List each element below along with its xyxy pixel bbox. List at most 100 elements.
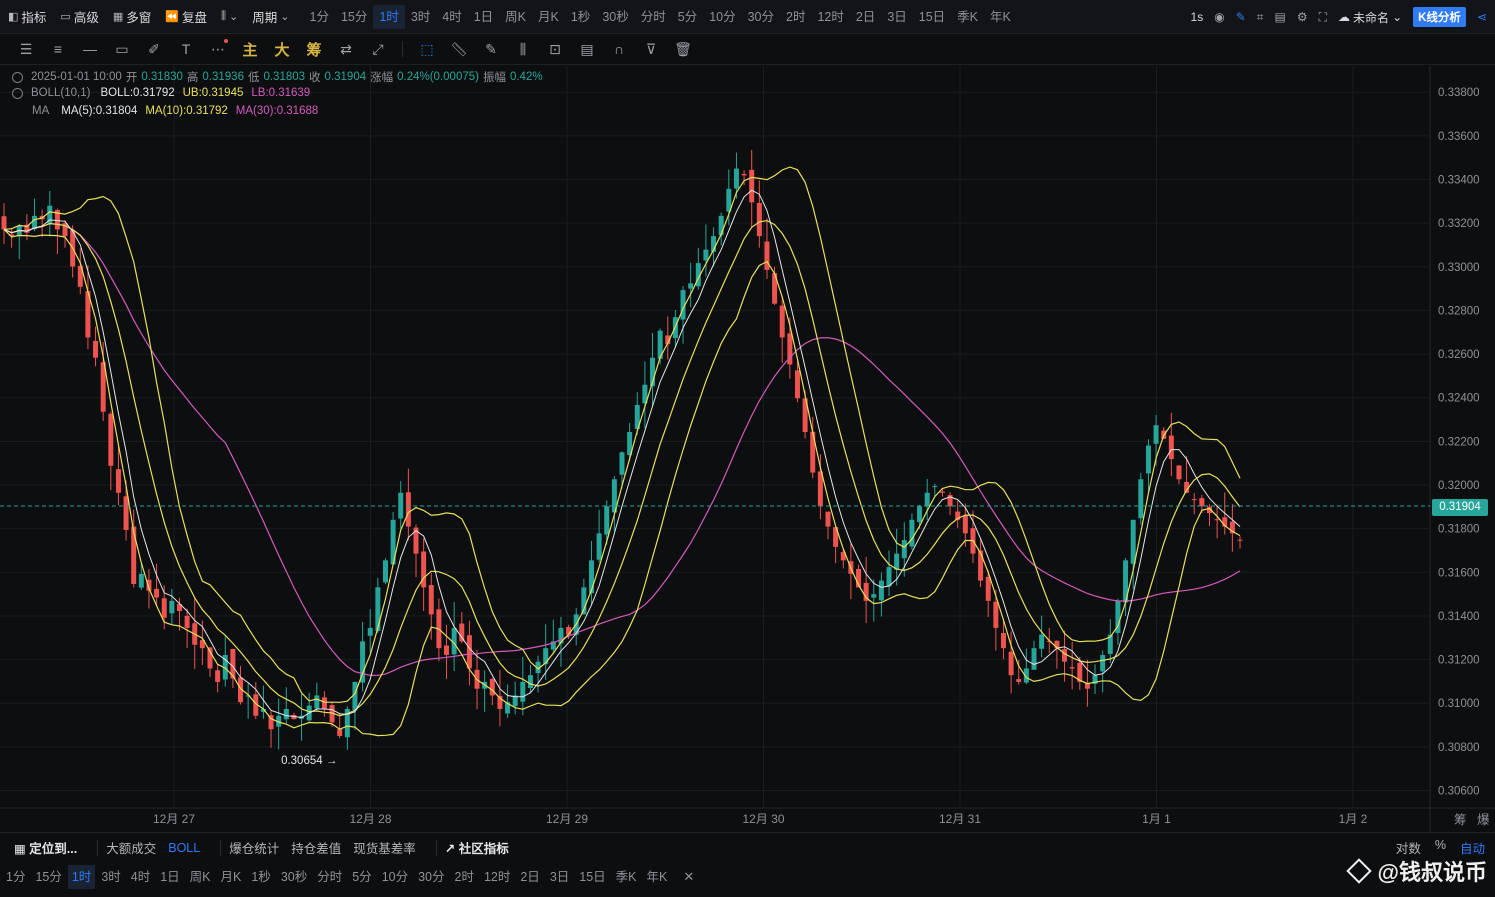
candle-body <box>764 241 770 270</box>
interval-tab-17[interactable]: 3日 <box>881 5 912 29</box>
interval-tab-10[interactable]: 分时 <box>635 5 672 29</box>
big-order-toggle[interactable]: 大 <box>266 39 298 60</box>
bottom-interval-tab-11[interactable]: 5分 <box>348 865 375 889</box>
select-icon[interactable]: ⬚ <box>411 41 443 58</box>
period-dropdown[interactable]: 周期 ⌄ <box>252 7 289 26</box>
bottom-interval-tab-8[interactable]: 1秒 <box>247 865 274 889</box>
locate-button[interactable]: ▦ 定位到... <box>14 838 77 857</box>
bottom-interval-tab-14[interactable]: 2时 <box>451 865 478 889</box>
lines-icon[interactable]: ≡ <box>42 41 74 57</box>
bars-icon[interactable]: ⫼ <box>507 41 539 58</box>
more-icon[interactable]: ⋯ <box>202 38 234 58</box>
crop-icon[interactable]: ⌗ <box>1257 10 1264 25</box>
tag-boll[interactable]: BOLL <box>168 841 200 855</box>
tag-basis[interactable]: 现货基差率 <box>353 838 416 857</box>
advanced-button[interactable]: ▭ 高级 <box>60 7 98 26</box>
tag-liquidation[interactable]: 爆仓统计 <box>229 838 279 857</box>
interval-tab-14[interactable]: 2时 <box>780 5 811 29</box>
bottom-interval-tab-15[interactable]: 12时 <box>480 865 514 889</box>
x-tick-label: 1月 1 <box>1142 812 1171 826</box>
bottom-interval-tab-5[interactable]: 1日 <box>156 865 183 889</box>
candle-body <box>939 491 945 493</box>
replay-button[interactable]: ⏪ 复盘 <box>165 7 207 26</box>
bottom-interval-tab-16[interactable]: 2日 <box>516 865 543 889</box>
interval-tab-0[interactable]: 1分 <box>304 5 335 29</box>
candle-body <box>619 452 625 475</box>
interval-tab-18[interactable]: 15日 <box>913 5 951 29</box>
bottom-interval-tab-18[interactable]: 15日 <box>575 865 609 889</box>
candle-body <box>1168 435 1174 460</box>
trash-icon[interactable]: 🗑︎ <box>667 41 699 58</box>
indicator-button[interactable]: ◧ 指标 <box>8 7 46 26</box>
layout-dropdown[interactable]: ☁ 未命名 ⌄ <box>1338 9 1402 26</box>
interval-tab-2[interactable]: 1时 <box>373 4 405 29</box>
interval-tab-8[interactable]: 1秒 <box>565 5 596 29</box>
menu-icon[interactable]: ☰ <box>10 41 42 58</box>
candle-body <box>1199 498 1205 507</box>
chart-type-button[interactable]: ⫼ ⌄ <box>221 10 238 23</box>
interval-tab-11[interactable]: 5分 <box>672 5 703 29</box>
swap-icon[interactable]: ⇄ <box>330 41 362 58</box>
lock-icon[interactable]: ⊡ <box>539 41 571 58</box>
bottom-interval-tab-6[interactable]: 周K <box>186 865 215 889</box>
horizontal-line-icon[interactable]: — <box>74 41 106 57</box>
interval-tab-9[interactable]: 30秒 <box>596 5 634 29</box>
tag-oi-diff[interactable]: 持仓差值 <box>291 838 341 857</box>
interval-tab-3[interactable]: 3时 <box>405 5 436 29</box>
interval-tab-16[interactable]: 2日 <box>850 5 881 29</box>
bottom-interval-tab-1[interactable]: 15分 <box>31 865 65 889</box>
realtime-toggle[interactable]: 1s <box>1191 10 1204 24</box>
bottom-interval-tab-13[interactable]: 30分 <box>414 865 448 889</box>
main-indicator-toggle[interactable]: 主 <box>234 39 266 60</box>
multiwindow-button[interactable]: ▦ 多窗 <box>113 7 151 26</box>
text-tool-icon[interactable]: T <box>170 41 202 57</box>
bottom-interval-tab-0[interactable]: 1分 <box>2 865 29 889</box>
magnet-icon[interactable]: ∩ <box>603 41 635 57</box>
magic-icon[interactable]: ⤢ <box>362 41 394 58</box>
interval-tab-5[interactable]: 1日 <box>468 5 499 29</box>
interval-tab-12[interactable]: 10分 <box>703 5 741 29</box>
bottom-interval-tab-7[interactable]: 月K <box>217 865 246 889</box>
camera-icon[interactable]: ◉ <box>1214 10 1224 24</box>
fullscreen-icon[interactable]: ⛶ <box>1319 10 1327 25</box>
interval-tab-13[interactable]: 30分 <box>742 5 780 29</box>
template-icon[interactable]: ▤ <box>1275 10 1286 24</box>
share-icon[interactable]: ⋖ <box>1477 10 1487 24</box>
rectangle-icon[interactable]: ▭ <box>106 41 138 58</box>
community-indicator-button[interactable]: ↗ 社区指标 <box>445 838 509 857</box>
bottom-interval-tab-4[interactable]: 4时 <box>127 865 154 889</box>
filter-icon[interactable]: ⊽ <box>635 41 667 58</box>
eraser-icon[interactable]: ✎ <box>475 41 507 58</box>
close-icon[interactable]: ✕ <box>683 869 694 885</box>
chips-toggle[interactable]: 筹 <box>298 39 330 60</box>
interval-tab-19[interactable]: 季K <box>951 5 984 29</box>
bottom-interval-tab-17[interactable]: 3日 <box>546 865 573 889</box>
eye-icon[interactable] <box>12 87 23 99</box>
bottom-interval-tab-20[interactable]: 年K <box>643 865 672 889</box>
brush-icon[interactable]: ✐ <box>138 41 170 58</box>
gear-icon[interactable]: ⚙ <box>1297 10 1308 24</box>
interval-tab-15[interactable]: 12时 <box>811 5 849 29</box>
bottom-interval-tab-3[interactable]: 3时 <box>97 865 124 889</box>
pencil-icon[interactable]: ✎ <box>1236 10 1246 24</box>
tag-big-trade[interactable]: 大额成交 <box>106 838 156 857</box>
interval-tab-20[interactable]: 年K <box>984 5 1017 29</box>
price-chart[interactable]: 0.30600 0.30800 0.31000 0.31200 0.31400 0.316… <box>0 66 1495 832</box>
eye-icon[interactable] <box>12 71 23 83</box>
ruler-icon[interactable]: 📏︎ <box>443 41 475 58</box>
x-tick-label: 12月 29 <box>546 812 588 826</box>
interval-tab-4[interactable]: 4时 <box>436 5 467 29</box>
interval-tab-7[interactable]: 月K <box>532 5 565 29</box>
y-tick-label: 0.33200 <box>1438 218 1480 230</box>
candle-body <box>1031 648 1037 670</box>
bottom-interval-tab-12[interactable]: 10分 <box>378 865 412 889</box>
bottom-interval-tab-19[interactable]: 季K <box>612 865 641 889</box>
bottom-interval-tab-2[interactable]: 1时 <box>67 865 96 889</box>
kline-analysis-button[interactable]: K线分析 <box>1413 7 1466 27</box>
bottom-interval-tab-9[interactable]: 30秒 <box>277 865 311 889</box>
bottom-interval-tab-10[interactable]: 分时 <box>313 865 346 889</box>
interval-tab-6[interactable]: 周K <box>499 5 532 29</box>
notes-icon[interactable]: ▤ <box>571 41 603 58</box>
candle-body <box>703 249 709 261</box>
interval-tab-1[interactable]: 15分 <box>335 5 373 29</box>
